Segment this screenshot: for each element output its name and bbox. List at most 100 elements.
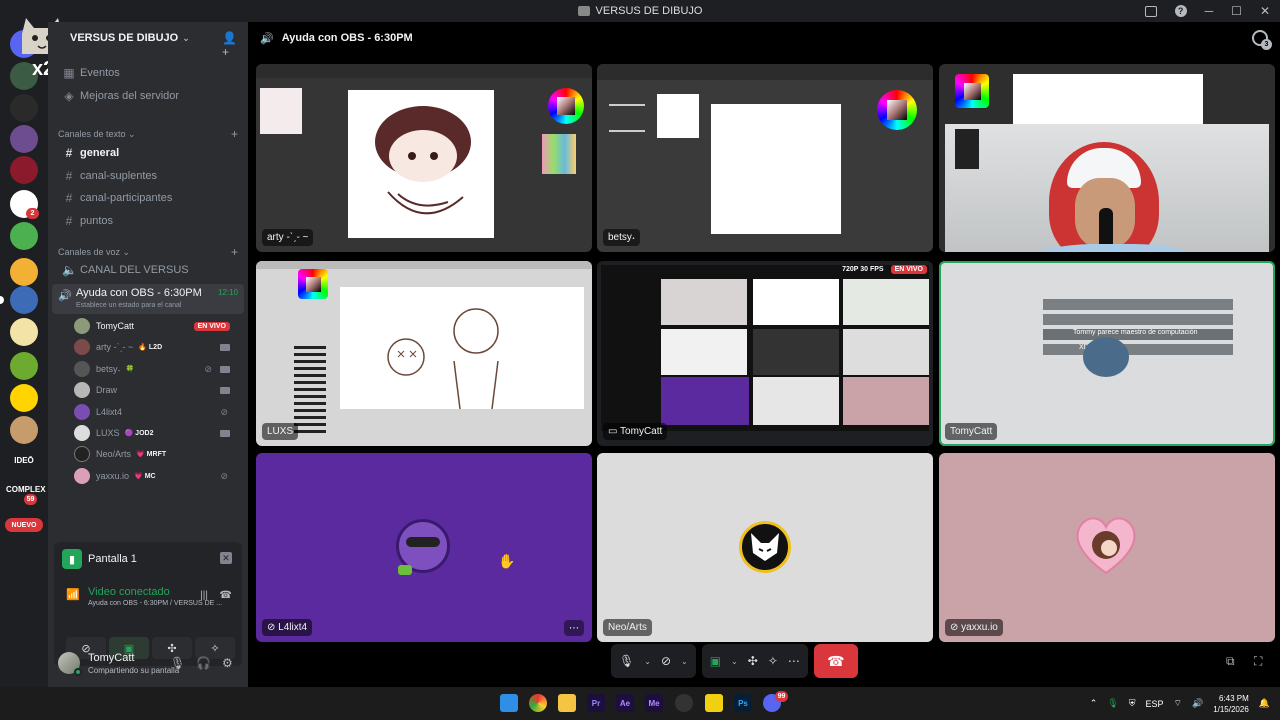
camera-tile[interactable]: [939, 64, 1275, 252]
channel-participantes[interactable]: # canal-participantes: [56, 188, 242, 208]
microphone-icon[interactable]: 🎙: [1107, 698, 1118, 709]
gear-icon[interactable]: ⚙: [222, 656, 233, 670]
headphones-icon[interactable]: 🎧: [196, 656, 211, 670]
chevron-up-icon[interactable]: ⌃: [1090, 698, 1098, 709]
help-icon[interactable]: ?: [1174, 5, 1187, 17]
voice-user[interactable]: Neo/Arts 💗 MRFT: [74, 444, 240, 464]
speaker-icon: 🔈: [62, 263, 77, 277]
clock[interactable]: 6:43 PM 1/15/2026: [1213, 693, 1249, 715]
add-channel-icon[interactable]: +: [231, 127, 238, 141]
voice-user[interactable]: L4lixt4 ⊘: [74, 402, 240, 422]
server-icon[interactable]: [10, 222, 38, 250]
maximize-button[interactable]: ☐: [1231, 4, 1242, 18]
server-icon[interactable]: COMPLEX: [6, 485, 46, 494]
avatar: [74, 318, 90, 334]
channel-puntos[interactable]: # puntos: [56, 211, 242, 231]
wifi-icon[interactable]: ⌔: [1174, 698, 1182, 709]
server-icon[interactable]: [10, 352, 38, 380]
hashtag-icon: #: [65, 214, 73, 228]
inbox-icon[interactable]: [1144, 5, 1157, 17]
user-tile[interactable]: Neo/Arts: [597, 453, 933, 642]
camera-tile[interactable]: Tommy parece maestro de computación XD T…: [939, 261, 1275, 446]
screen-share-tile[interactable]: 720P 30 FPS EN VIVO ▭ TomyCatt: [597, 261, 933, 446]
after-effects-icon[interactable]: Ae: [616, 694, 634, 712]
noise-suppression-icon[interactable]: |||: [200, 590, 208, 601]
close-button[interactable]: ✕: [1260, 4, 1270, 18]
channel-suplentes[interactable]: # canal-suplentes: [56, 166, 242, 186]
server-icon: [577, 6, 590, 16]
category-text-channels[interactable]: Canales de texto ⌄ +: [58, 127, 238, 141]
add-channel-icon[interactable]: +: [231, 245, 238, 259]
premiere-icon[interactable]: Pr: [587, 694, 605, 712]
microphone-icon[interactable]: 🎙: [619, 654, 634, 668]
taskbar: Pr Ae Me Ps 99 ⌃ 🎙 ⛨ ESP ⌔ 🔊 6:43 PM 1/1…: [0, 687, 1280, 720]
more-options-button[interactable]: ⋯: [564, 620, 584, 636]
stream-tile[interactable]: arty -ˋˏ- ~: [256, 64, 592, 252]
microphone-icon[interactable]: 🎙: [170, 656, 185, 670]
category-voice-channels[interactable]: Canales de voz ⌄ +: [58, 245, 238, 259]
channel-general[interactable]: # general: [56, 143, 242, 163]
stream-tile[interactable]: betsy˖: [597, 64, 933, 252]
user-tile[interactable]: ✋ ⊘ L4lixt4 ⋯: [256, 453, 592, 642]
server-icon[interactable]: IDEŌ: [6, 456, 42, 465]
hashtag-icon: #: [65, 146, 73, 160]
stream-tile[interactable]: LUXS: [256, 261, 592, 446]
sidebar-item-boosts[interactable]: ◈ Mejoras del servidor: [56, 86, 242, 106]
live-badge: EN VIVO: [193, 321, 230, 331]
server-icon[interactable]: [10, 416, 38, 444]
minimize-button[interactable]: ─: [1205, 4, 1214, 18]
server-icon[interactable]: [10, 156, 38, 184]
camera-icon: [220, 365, 230, 373]
mic-muted-icon: ⊘: [220, 470, 228, 481]
stop-stream-icon[interactable]: ✕: [220, 552, 232, 564]
folder-icon[interactable]: [558, 694, 576, 712]
server-icon[interactable]: [10, 258, 38, 286]
sticky-notes-icon[interactable]: [705, 694, 723, 712]
disconnect-button[interactable]: ☎: [813, 644, 858, 678]
voice-user[interactable]: yaxxu.io 💗 MC ⊘: [74, 466, 240, 486]
server-icon[interactable]: [10, 384, 38, 412]
voice-user[interactable]: arty -ˋˏ- ~ 🔥 L2D: [74, 337, 240, 357]
voice-user[interactable]: TomyCatt EN VIVO: [74, 316, 240, 336]
voice-channel-active[interactable]: 🔊 Ayuda con OBS - 6:30PM Establece un es…: [52, 284, 244, 314]
photoshop-icon[interactable]: Ps: [734, 694, 752, 712]
mention-badge: 2: [26, 208, 39, 219]
windows-start-icon[interactable]: [500, 694, 518, 712]
chevron-down-icon[interactable]: ⌄: [644, 657, 651, 666]
activity-icon[interactable]: 3: [1252, 30, 1272, 50]
chrome-icon[interactable]: [529, 694, 547, 712]
screen-icon: ▭: [608, 426, 621, 437]
obs-icon[interactable]: [675, 694, 693, 712]
popout-icon[interactable]: ⧉: [1226, 654, 1235, 669]
avatar: [74, 425, 90, 441]
fullscreen-icon[interactable]: ⛶: [1254, 654, 1262, 669]
activities-icon[interactable]: ✣: [748, 654, 758, 668]
voice-channel-versus[interactable]: 🔈 CANAL DEL VERSUS: [56, 260, 242, 280]
volume-icon[interactable]: 🔊: [1192, 698, 1203, 709]
soundboard-icon[interactable]: ✧: [768, 654, 778, 668]
voice-user[interactable]: Draw: [74, 380, 240, 400]
sidebar-item-events[interactable]: ▦ Eventos: [56, 63, 242, 83]
disconnect-icon[interactable]: ☎: [220, 590, 232, 601]
voice-user[interactable]: betsy˖ 🍀 ⊘: [74, 359, 240, 379]
shield-icon[interactable]: ⛨: [1129, 698, 1136, 709]
server-icon[interactable]: [10, 125, 38, 153]
signal-icon[interactable]: 📶: [66, 588, 80, 601]
window-title: VERSUS DE DIBUJO: [577, 5, 702, 17]
notification-icon[interactable]: 🔔: [1259, 698, 1270, 709]
new-badge: NUEVO: [5, 518, 43, 532]
server-icon[interactable]: [10, 286, 38, 314]
more-icon[interactable]: ⋯: [788, 654, 800, 668]
user-tile[interactable]: ⊘ yaxxu.io: [939, 453, 1275, 642]
screen-share-icon[interactable]: ▣: [710, 654, 721, 668]
server-name-header[interactable]: VERSUS DE DIBUJO ⌄: [48, 22, 248, 54]
server-icon[interactable]: [10, 318, 38, 346]
media-encoder-icon[interactable]: Me: [645, 694, 663, 712]
camera-off-icon[interactable]: ⊘: [661, 654, 671, 668]
server-icon[interactable]: [10, 94, 38, 122]
voice-channel-header: 🔊 Ayuda con OBS - 6:30PM 3: [248, 22, 1280, 54]
invite-people-icon[interactable]: 👤+: [222, 31, 237, 59]
voice-user[interactable]: LUXS 🟣 JOD2: [74, 423, 240, 443]
chevron-down-icon[interactable]: ⌄: [731, 657, 738, 666]
chevron-down-icon[interactable]: ⌄: [681, 657, 688, 666]
